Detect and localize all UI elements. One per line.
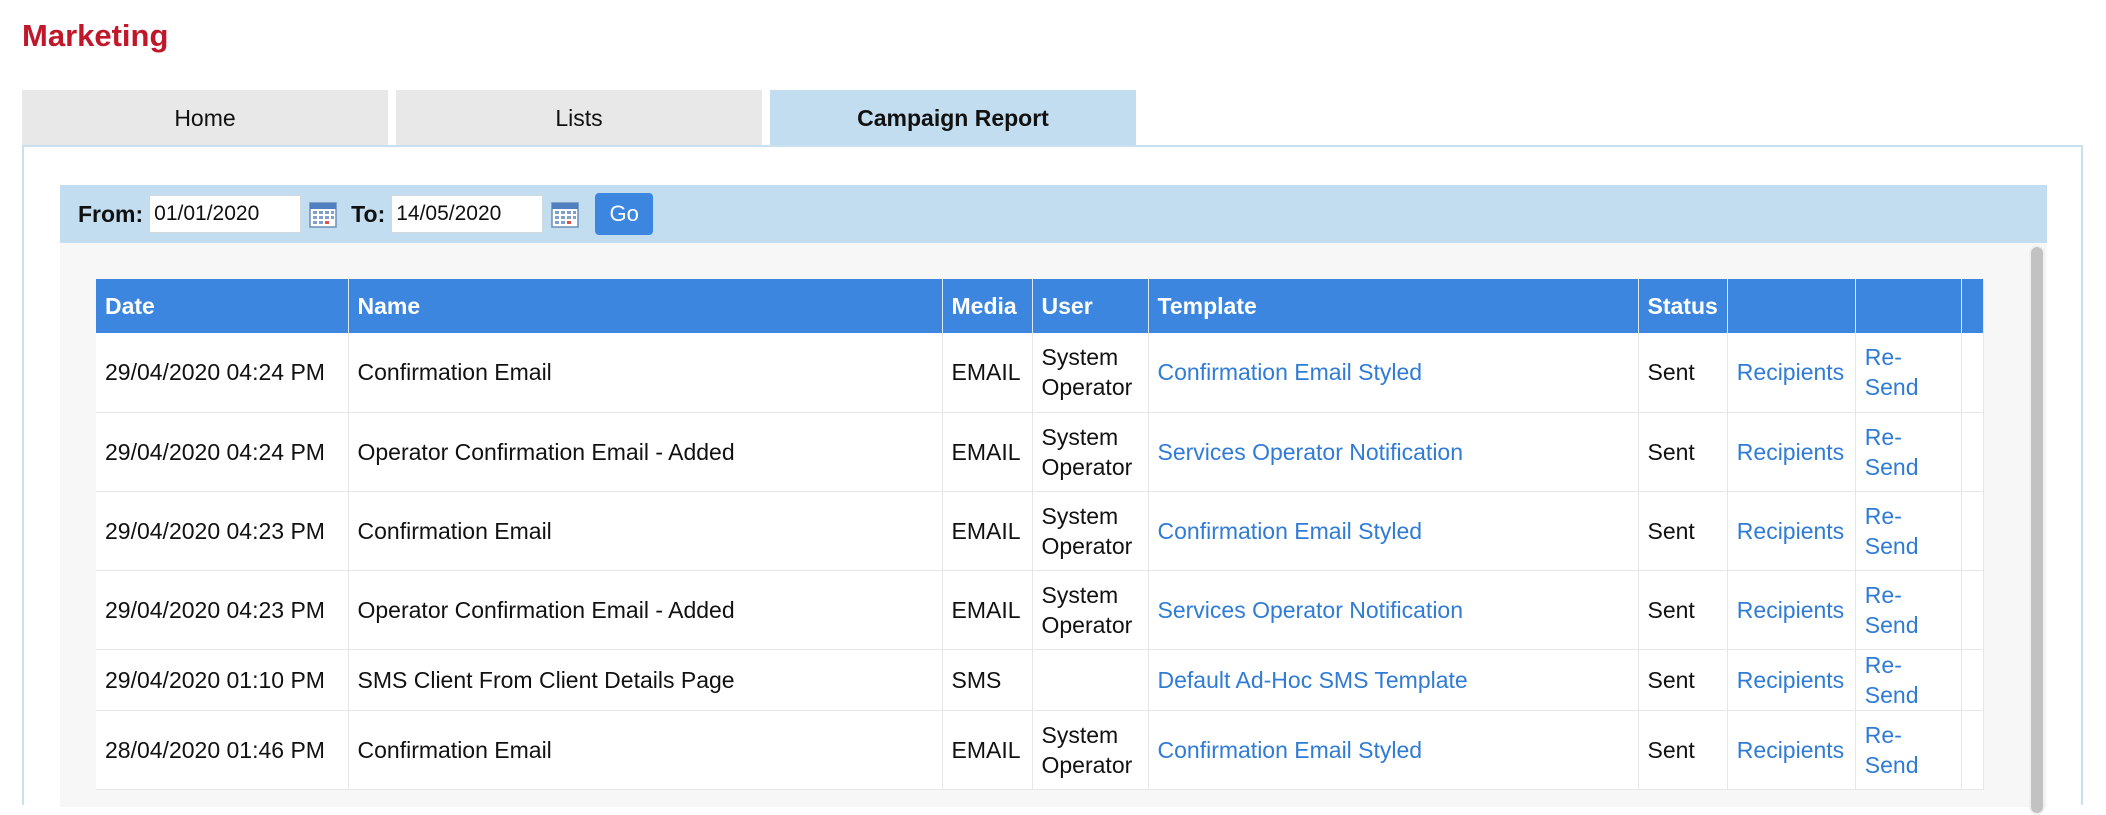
template-link[interactable]: Services Operator Notification <box>1158 597 1464 623</box>
cell-status: Sent <box>1638 333 1728 413</box>
cell-status: Sent <box>1638 491 1728 571</box>
cell-name: Confirmation Email <box>348 710 943 790</box>
campaign-report-panel: From: To: <box>22 145 2083 815</box>
cell-user: System Operator <box>1032 333 1149 413</box>
tab-bar: Home Lists Campaign Report <box>22 90 1136 146</box>
calendar-icon[interactable] <box>551 200 579 228</box>
cell-spacer <box>1961 412 1984 492</box>
cell-status: Sent <box>1638 710 1728 790</box>
tab-lists[interactable]: Lists <box>396 90 762 146</box>
cell-spacer <box>1961 710 1984 790</box>
to-date-input[interactable] <box>391 195 544 233</box>
cell-date: 28/04/2020 01:46 PM <box>96 710 349 790</box>
column-header-recipients <box>1727 279 1856 333</box>
resend-link[interactable]: Re-Send <box>1865 722 1919 778</box>
from-date-input[interactable] <box>149 195 302 233</box>
column-header-date[interactable]: Date <box>96 279 349 333</box>
cell-name: Confirmation Email <box>348 491 943 571</box>
page-title: Marketing <box>22 18 169 53</box>
recipients-link[interactable]: Recipients <box>1737 737 1844 763</box>
template-link[interactable]: Confirmation Email Styled <box>1158 737 1423 763</box>
scrollbar-thumb[interactable] <box>2031 247 2043 813</box>
column-header-spacer <box>1961 279 1984 333</box>
column-header-status[interactable]: Status <box>1638 279 1728 333</box>
resend-link[interactable]: Re-Send <box>1865 582 1919 638</box>
cell-date: 29/04/2020 04:24 PM <box>96 333 349 413</box>
column-header-template[interactable]: Template <box>1148 279 1639 333</box>
resend-link[interactable]: Re-Send <box>1865 344 1919 400</box>
cell-media: EMAIL <box>942 570 1033 650</box>
cell-name: Operator Confirmation Email - Added <box>348 412 943 492</box>
table-row: 28/04/2020 01:46 PM Confirmation Email E… <box>96 710 1984 790</box>
recipients-link[interactable]: Recipients <box>1737 439 1844 465</box>
table-row: 29/04/2020 01:10 PM SMS Client From Clie… <box>96 649 1984 711</box>
recipients-link[interactable]: Recipients <box>1737 597 1844 623</box>
from-label: From: <box>78 200 144 227</box>
cell-name: Confirmation Email <box>348 333 943 413</box>
table-row: 29/04/2020 04:23 PM Operator Confirmatio… <box>96 570 1984 650</box>
cell-spacer <box>1961 570 1984 650</box>
cell-user: System Operator <box>1032 570 1149 650</box>
table-row: 29/04/2020 04:24 PM Operator Confirmatio… <box>96 412 1984 492</box>
vertical-scrollbar[interactable] <box>2029 245 2045 815</box>
cell-user: System Operator <box>1032 491 1149 571</box>
calendar-icon[interactable] <box>309 200 337 228</box>
template-link[interactable]: Default Ad-Hoc SMS Template <box>1158 667 1468 693</box>
table-row: 29/04/2020 04:23 PM Confirmation Email E… <box>96 491 1984 571</box>
recipients-link[interactable]: Recipients <box>1737 667 1844 693</box>
recipients-link[interactable]: Recipients <box>1737 359 1844 385</box>
cell-status: Sent <box>1638 649 1728 711</box>
to-label: To: <box>351 200 386 227</box>
tab-campaign-report[interactable]: Campaign Report <box>770 90 1136 146</box>
cell-date: 29/04/2020 04:23 PM <box>96 491 349 571</box>
table-row: 29/04/2020 04:24 PM Confirmation Email E… <box>96 333 1984 413</box>
cell-media: EMAIL <box>942 710 1033 790</box>
recipients-link[interactable]: Recipients <box>1737 518 1844 544</box>
cell-spacer <box>1961 491 1984 571</box>
cell-name: SMS Client From Client Details Page <box>348 649 943 711</box>
cell-user <box>1032 649 1149 711</box>
column-header-resend <box>1855 279 1962 333</box>
cell-status: Sent <box>1638 570 1728 650</box>
resend-link[interactable]: Re-Send <box>1865 503 1919 559</box>
cell-date: 29/04/2020 04:23 PM <box>96 570 349 650</box>
cell-date: 29/04/2020 04:24 PM <box>96 412 349 492</box>
cell-media: EMAIL <box>942 333 1033 413</box>
tab-home[interactable]: Home <box>22 90 388 146</box>
column-header-name[interactable]: Name <box>348 279 943 333</box>
template-link[interactable]: Confirmation Email Styled <box>1158 518 1423 544</box>
date-filter-bar: From: To: <box>60 185 2047 243</box>
cell-media: EMAIL <box>942 491 1033 571</box>
cell-media: EMAIL <box>942 412 1033 492</box>
report-content-area: Date Name Media User Template Status 29/… <box>60 243 2047 815</box>
template-link[interactable]: Services Operator Notification <box>1158 439 1464 465</box>
column-header-media[interactable]: Media <box>942 279 1033 333</box>
cell-date: 29/04/2020 01:10 PM <box>96 649 349 711</box>
cell-status: Sent <box>1638 412 1728 492</box>
cell-user: System Operator <box>1032 710 1149 790</box>
cell-media: SMS <box>942 649 1033 711</box>
resend-link[interactable]: Re-Send <box>1865 652 1919 708</box>
campaign-report-table: Date Name Media User Template Status 29/… <box>96 279 1984 790</box>
template-link[interactable]: Confirmation Email Styled <box>1158 359 1423 385</box>
resend-link[interactable]: Re-Send <box>1865 424 1919 480</box>
cell-spacer <box>1961 333 1984 413</box>
cell-spacer <box>1961 649 1984 711</box>
table-header-row: Date Name Media User Template Status <box>96 279 1984 333</box>
cell-name: Operator Confirmation Email - Added <box>348 570 943 650</box>
column-header-user[interactable]: User <box>1032 279 1149 333</box>
cell-user: System Operator <box>1032 412 1149 492</box>
go-button[interactable]: Go <box>595 193 654 235</box>
